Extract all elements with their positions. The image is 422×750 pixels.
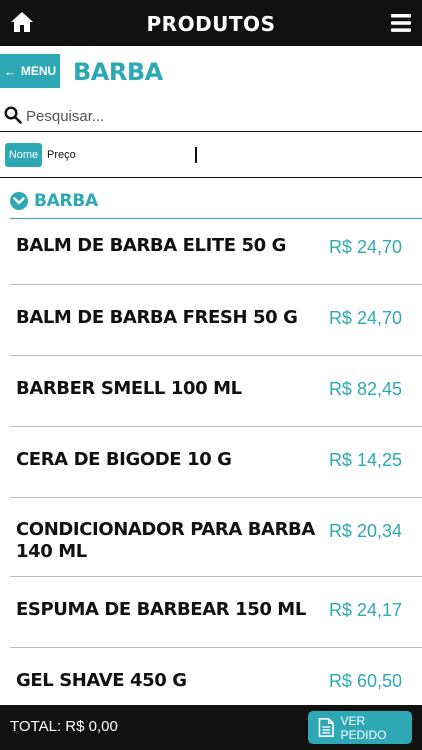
product-price: R$ 14,25 bbox=[328, 450, 402, 470]
product-name: BALM DE BARBA FRESH 50 G bbox=[16, 307, 298, 328]
section-header: ← MENU BARBA bbox=[0, 46, 422, 98]
product-row[interactable]: ESPUMA DE BARBEAR 150 ML R$ 24,17 bbox=[10, 577, 422, 648]
product-price: R$ 82,45 bbox=[328, 379, 402, 399]
view-order-button[interactable]: VER PEDIDO bbox=[308, 711, 412, 744]
page-title: PRODUTOS bbox=[146, 12, 276, 36]
product-row[interactable]: CONDICIONADOR PARA BARBA 140 ML R$ 20,34 bbox=[10, 498, 422, 577]
back-button-label: MENU bbox=[20, 64, 57, 78]
arrow-left-icon: ← bbox=[3, 63, 17, 79]
text-cursor bbox=[195, 147, 197, 163]
chevron-down-icon bbox=[10, 192, 28, 210]
sort-by-price-button[interactable]: Preço bbox=[47, 149, 76, 161]
product-name: BALM DE BARBA ELITE 50 G bbox=[16, 235, 287, 256]
product-price: R$ 24,17 bbox=[328, 600, 402, 620]
product-row[interactable]: GEL SHAVE 450 G R$ 60,50 bbox=[10, 648, 422, 708]
product-price: R$ 20,34 bbox=[328, 521, 402, 541]
product-row[interactable]: BALM DE BARBA FRESH 50 G R$ 24,70 bbox=[10, 285, 422, 356]
product-list: BALM DE BARBA ELITE 50 G R$ 24,70 BALM D… bbox=[0, 220, 422, 708]
product-price: R$ 24,70 bbox=[328, 237, 402, 257]
product-name: CERA DE BIGODE 10 G bbox=[16, 449, 232, 470]
product-row[interactable]: CERA DE BIGODE 10 G R$ 14,25 bbox=[10, 427, 422, 498]
search-icon bbox=[4, 106, 22, 124]
product-row[interactable]: BARBER SMELL 100 ML R$ 82,45 bbox=[10, 356, 422, 427]
sort-by-name-button[interactable]: Nome bbox=[5, 143, 42, 167]
hamburger-menu-icon[interactable] bbox=[391, 14, 411, 32]
top-bar: PRODUTOS bbox=[0, 0, 422, 46]
product-name: BARBER SMELL 100 ML bbox=[16, 378, 242, 399]
search-bar[interactable]: Pesquisar... bbox=[0, 100, 422, 132]
sort-bar: Nome Preço bbox=[0, 132, 422, 178]
product-row[interactable]: BALM DE BARBA ELITE 50 G R$ 24,70 bbox=[10, 220, 422, 285]
section-title: BARBA bbox=[73, 58, 163, 86]
search-input[interactable]: Pesquisar... bbox=[26, 108, 104, 125]
product-price: R$ 60,50 bbox=[328, 671, 402, 691]
category-header[interactable]: BARBA bbox=[10, 188, 422, 219]
order-total: TOTAL: R$ 0,00 bbox=[10, 718, 118, 735]
bottom-bar: TOTAL: R$ 0,00 VER PEDIDO bbox=[0, 705, 422, 750]
document-icon bbox=[318, 718, 334, 737]
product-name: CONDICIONADOR PARA BARBA 140 ML bbox=[16, 519, 315, 562]
category-label: BARBA bbox=[34, 191, 98, 211]
view-order-label: VER PEDIDO bbox=[340, 713, 387, 742]
product-name: GEL SHAVE 450 G bbox=[16, 670, 187, 691]
product-name: ESPUMA DE BARBEAR 150 ML bbox=[16, 599, 306, 620]
back-to-menu-button[interactable]: ← MENU bbox=[0, 54, 60, 88]
product-price: R$ 24,70 bbox=[328, 308, 402, 328]
